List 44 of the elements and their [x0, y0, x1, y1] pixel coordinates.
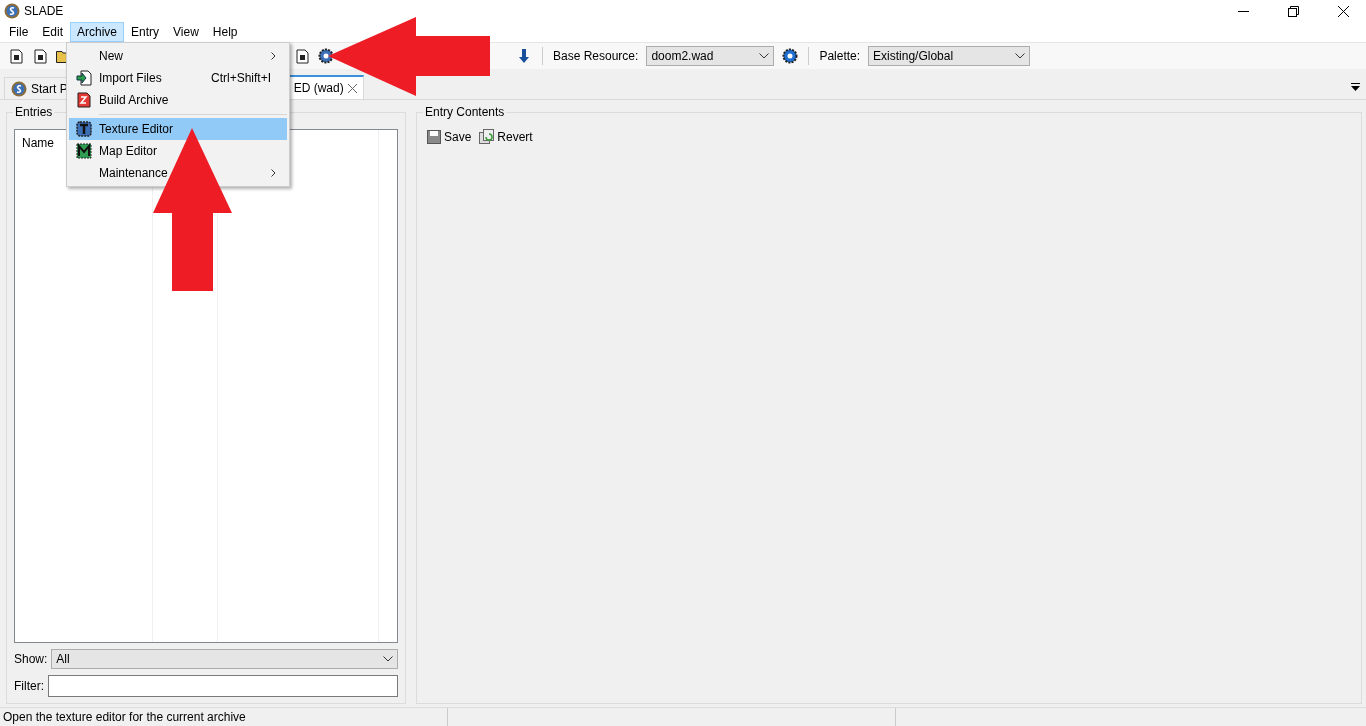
save-button[interactable]: Save	[427, 129, 472, 144]
chevron-down-icon	[383, 656, 393, 662]
tab-list-icon[interactable]	[1351, 83, 1360, 91]
show-dropdown[interactable]: All	[51, 649, 398, 669]
menu-item[interactable]: Texture Editor	[69, 118, 287, 140]
close-icon	[1337, 5, 1349, 17]
palette-label: Palette:	[819, 49, 861, 63]
settings-icon[interactable]	[782, 48, 799, 64]
close-tab-icon[interactable]	[347, 83, 357, 93]
menu-item[interactable]: Maintenance	[69, 162, 287, 184]
restore-icon	[1287, 5, 1299, 17]
slade-icon	[11, 80, 27, 97]
menu-item[interactable]: Archive	[70, 22, 125, 42]
menu-item[interactable]: File	[2, 22, 36, 42]
window-title: SLADE	[24, 4, 65, 18]
import-icon	[76, 70, 92, 86]
status-text: Open the texture editor for the current archive	[0, 708, 448, 726]
down-arrow-icon[interactable]	[519, 49, 529, 63]
menu-item[interactable]: View	[166, 22, 206, 42]
chevron-down-icon	[759, 53, 770, 59]
menu-item[interactable]: Map Editor	[69, 140, 287, 162]
column-header[interactable]: Name	[15, 130, 61, 156]
base-resource-dropdown[interactable]: doom2.wad	[646, 46, 775, 66]
chevron-down-icon	[1015, 53, 1026, 59]
menu-item[interactable]: Entry	[124, 22, 167, 42]
revert-icon	[479, 129, 495, 144]
zip-document-icon	[77, 92, 91, 108]
show-label: Show:	[14, 652, 48, 666]
document-icon[interactable]	[9, 48, 23, 64]
document-icon[interactable]	[33, 48, 47, 64]
palette-dropdown[interactable]: Existing/Global	[868, 46, 1031, 66]
app-icon	[4, 3, 20, 19]
menu-item[interactable]: New	[69, 45, 287, 67]
document-icon[interactable]	[295, 48, 309, 64]
menu-item[interactable]: Edit	[35, 22, 71, 42]
panel-title: Entries	[13, 105, 55, 119]
minimize-icon	[1237, 10, 1249, 12]
revert-button[interactable]: Revert	[479, 129, 533, 144]
filter-label: Filter:	[14, 679, 44, 693]
menu-item[interactable]: Help	[205, 22, 245, 42]
panel-title: Entry Contents	[423, 105, 507, 119]
map-icon	[76, 143, 92, 159]
base-resource-label: Base Resource:	[553, 49, 639, 63]
filter-field[interactable]	[48, 675, 398, 697]
